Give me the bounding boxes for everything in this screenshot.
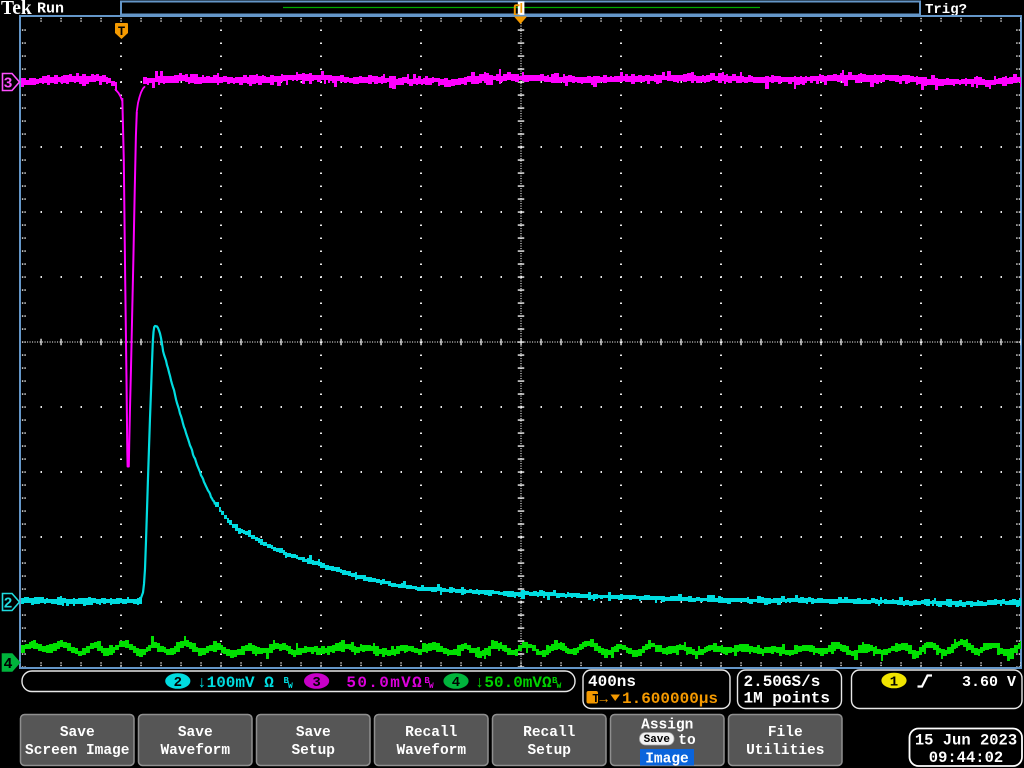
svg-text:3: 3 (3, 76, 12, 93)
svg-text:Image: Image (645, 752, 689, 768)
svg-text:Recall: Recall (523, 725, 576, 741)
svg-text:1.600000µs: 1.600000µs (622, 690, 718, 708)
svg-text:Setup: Setup (527, 743, 571, 759)
svg-text:1M points: 1M points (744, 690, 830, 708)
svg-text:→: → (600, 692, 609, 708)
svg-text:Save: Save (296, 725, 331, 741)
svg-text:Run: Run (37, 1, 64, 18)
svg-text:3.60 V: 3.60 V (962, 674, 1016, 691)
svg-text:T: T (592, 692, 599, 706)
svg-text:Assign: Assign (641, 718, 693, 734)
svg-text:File: File (768, 725, 803, 741)
svg-text:Utilities: Utilities (746, 743, 824, 759)
svg-text:W: W (288, 682, 293, 691)
svg-text:4: 4 (452, 675, 460, 691)
svg-text:Save: Save (60, 725, 95, 741)
svg-text:↓100mV Ω: ↓100mV Ω (197, 674, 274, 692)
svg-text:2.50GS/s: 2.50GS/s (744, 673, 821, 691)
svg-text:09:44:02: 09:44:02 (929, 749, 1003, 767)
svg-text:4: 4 (3, 656, 12, 673)
svg-text:2: 2 (174, 675, 182, 691)
svg-text:Save: Save (178, 725, 213, 741)
svg-text:Save: Save (644, 734, 671, 746)
svg-text:2: 2 (3, 596, 12, 613)
svg-text:50.0mVΩ: 50.0mVΩ (346, 674, 423, 692)
svg-text:Recall: Recall (405, 725, 458, 741)
svg-text:Screen Image: Screen Image (25, 743, 129, 759)
svg-text:to: to (678, 733, 696, 749)
svg-text:400ns: 400ns (588, 673, 636, 691)
svg-text:Waveform: Waveform (396, 743, 466, 759)
svg-text:Waveform: Waveform (160, 743, 230, 759)
svg-text:Setup: Setup (291, 743, 335, 759)
svg-text:↓50.0mVΩ: ↓50.0mVΩ (475, 674, 552, 692)
svg-text:T: T (118, 25, 126, 39)
svg-text:15 Jun 2023: 15 Jun 2023 (915, 732, 1017, 750)
svg-text:3: 3 (312, 675, 320, 691)
svg-text:1: 1 (890, 675, 898, 691)
svg-text:W: W (557, 682, 562, 691)
svg-text:W: W (429, 682, 434, 691)
